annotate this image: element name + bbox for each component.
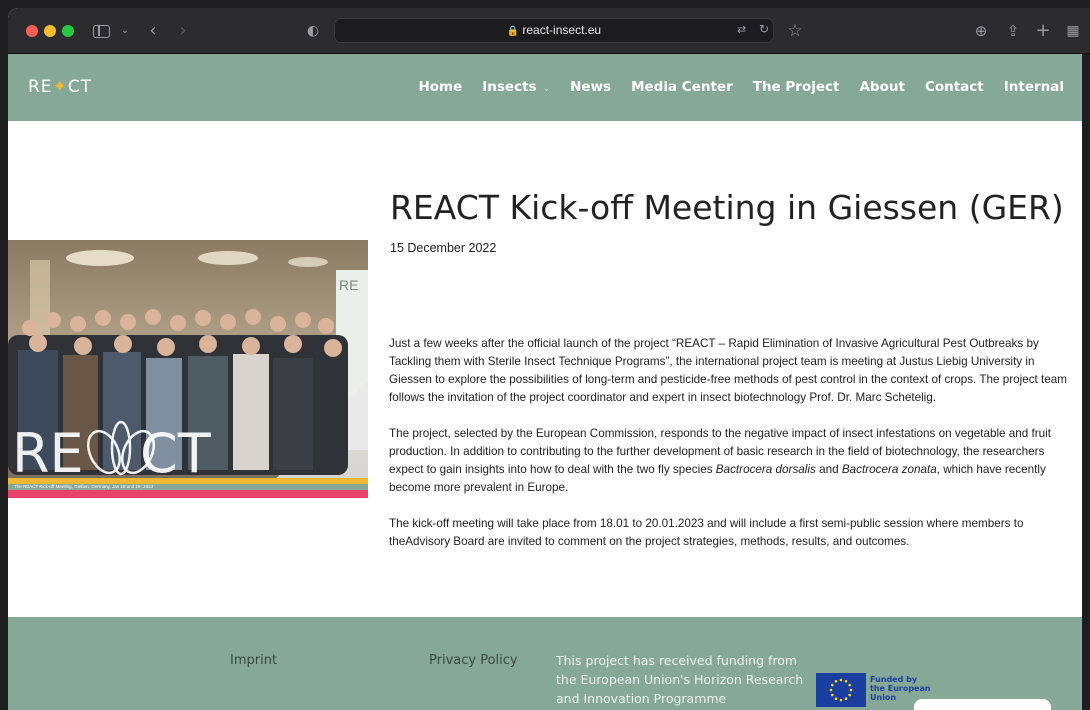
species-name: Bactrocera zonata	[841, 463, 937, 476]
nav-insects[interactable]: Insects ⌄	[482, 79, 550, 95]
article-date: 15 December 2022	[390, 241, 497, 255]
sidebar-toggle-icon[interactable]	[93, 20, 111, 42]
main-nav: Home Insects ⌄ News Media Center The Proj…	[418, 79, 1064, 95]
zoom-window-button[interactable]	[62, 25, 74, 37]
floating-widget-tab[interactable]	[914, 699, 1051, 710]
funding-notice: This project has received funding from t…	[556, 653, 804, 706]
svg-text:CT: CT	[140, 422, 212, 485]
chevron-down-icon[interactable]: ⌄	[119, 20, 131, 42]
nav-media-center[interactable]: Media Center	[631, 79, 733, 95]
new-tab-icon[interactable]: +	[1034, 20, 1052, 42]
image-caption: The REACT Kick-off Meeting, Gießen, Germ…	[14, 484, 154, 489]
bookmark-star-icon[interactable]: ☆	[786, 20, 804, 42]
url-text: react-insect.eu	[522, 23, 602, 37]
minimize-window-button[interactable]	[44, 25, 56, 37]
nav-internal[interactable]: Internal	[1004, 79, 1064, 95]
lock-icon: 🔒	[506, 26, 520, 37]
paragraph: Just a few weeks after the official laun…	[389, 337, 1068, 404]
svg-text:RE: RE	[339, 277, 358, 293]
site-header: RE✦CT Home Insects ⌄ News Media Center Th…	[8, 54, 1090, 121]
nav-contact[interactable]: Contact	[925, 79, 984, 95]
reload-icon[interactable]: ↻	[759, 22, 769, 36]
group-photo: RE RE CT The REACT Kick-off Meeting, Gie…	[8, 240, 368, 498]
privacy-shield-icon[interactable]: ◐	[306, 20, 320, 42]
article-title: REACT Kick-off Meeting in Giessen (GER)	[390, 188, 1064, 227]
address-bar[interactable]: 🔒 react-insect.eu ⇄ ↻	[334, 18, 774, 43]
nav-home[interactable]: Home	[418, 79, 462, 95]
share-icon[interactable]: ⇪	[1004, 20, 1022, 42]
browser-window: ⌄ ‹ › ◐ 🔒 react-insect.eu ⇄ ↻ ☆ ⊕ ⇪ + ▦ R…	[8, 8, 1090, 710]
close-window-button[interactable]	[26, 25, 38, 37]
browser-toolbar: ⌄ ‹ › ◐ 🔒 react-insect.eu ⇄ ↻ ☆ ⊕ ⇪ + ▦	[8, 8, 1090, 54]
download-icon[interactable]: ⊕	[972, 20, 990, 42]
eu-funded-label: Funded by the European Union	[870, 675, 931, 702]
window-edge	[1082, 54, 1090, 710]
article-body: Just a few weeks after the official laun…	[389, 335, 1069, 569]
paragraph: The kick-off meeting will take place fro…	[389, 517, 1024, 548]
nav-the-project[interactable]: The Project	[753, 79, 840, 95]
chevron-down-icon: ⌄	[542, 84, 551, 94]
eu-flag-icon	[816, 673, 866, 707]
back-icon[interactable]: ‹	[146, 20, 160, 42]
nav-about[interactable]: About	[859, 79, 904, 95]
imprint-link[interactable]: Imprint	[230, 653, 277, 668]
svg-text:RE: RE	[12, 422, 84, 485]
translate-icon[interactable]: ⇄	[737, 23, 746, 36]
species-name: Bactrocera dorsalis	[715, 463, 816, 476]
nav-news[interactable]: News	[570, 79, 611, 95]
privacy-policy-link[interactable]: Privacy Policy	[429, 653, 518, 668]
react-logo[interactable]: RE✦CT	[28, 77, 92, 97]
forward-icon[interactable]: ›	[176, 20, 190, 42]
bee-icon: ✦	[52, 77, 68, 97]
site-footer: Imprint Privacy Policy This project has …	[8, 617, 1090, 710]
tab-overview-icon[interactable]: ▦	[1064, 20, 1082, 42]
paragraph: The project, selected by the European Co…	[389, 427, 1052, 494]
